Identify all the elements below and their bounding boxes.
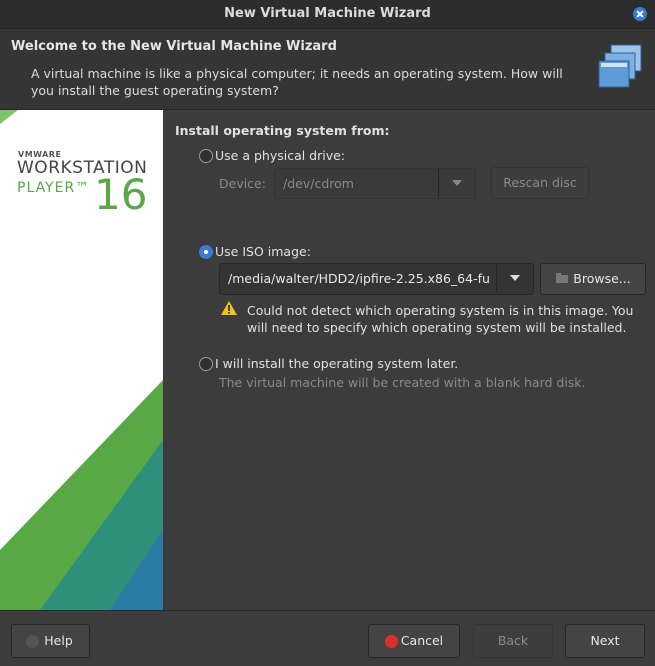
next-button[interactable]: Next xyxy=(565,624,645,658)
physical-drive-radio[interactable] xyxy=(199,149,213,163)
window-title: New Virtual Machine Wizard xyxy=(224,6,431,21)
browse-label: Browse... xyxy=(573,271,631,286)
device-dropdown[interactable]: /dev/cdrom xyxy=(274,168,476,199)
footer-bar: Help Cancel Back Next xyxy=(0,610,655,666)
iso-image-radio[interactable] xyxy=(199,245,213,259)
help-icon xyxy=(26,635,39,648)
install-options: Install operating system from: Use a phy… xyxy=(163,110,655,610)
install-later-label[interactable]: I will install the operating system late… xyxy=(215,356,458,371)
install-later-radio[interactable] xyxy=(199,357,213,371)
brand-panel: VMWARE WORKSTATION PLAYER™ 16 xyxy=(0,110,163,610)
rescan-disc-button[interactable]: Rescan disc xyxy=(491,167,589,199)
install-later-note: The virtual machine will be created with… xyxy=(219,375,586,390)
browse-button[interactable]: Browse... xyxy=(540,263,646,295)
device-label: Device: xyxy=(219,176,266,191)
section-heading: Install operating system from: xyxy=(175,123,390,138)
iso-warning-text: Could not detect which operating system … xyxy=(247,303,634,335)
page-title: Welcome to the New Virtual Machine Wizar… xyxy=(11,39,337,54)
help-label: Help xyxy=(44,633,73,648)
close-icon[interactable] xyxy=(633,7,647,21)
cancel-icon xyxy=(385,635,398,648)
help-button[interactable]: Help xyxy=(11,624,90,658)
iso-image-label[interactable]: Use ISO image: xyxy=(215,244,311,259)
chevron-down-icon xyxy=(438,169,475,197)
cancel-label: Cancel xyxy=(400,633,444,648)
wizard-header: Welcome to the New Virtual Machine Wizar… xyxy=(0,29,655,110)
iso-path-value[interactable]: /media/walter/HDD2/ipfire-2.25.x86_64-fu xyxy=(228,271,490,286)
version-label: 16 xyxy=(94,170,148,219)
page-description: A virtual machine is like a physical com… xyxy=(31,66,563,98)
chevron-down-icon[interactable] xyxy=(496,264,533,292)
cancel-button[interactable]: Cancel xyxy=(368,624,460,658)
virtual-machine-icon xyxy=(598,44,642,88)
folder-icon xyxy=(556,273,569,283)
title-bar: New Virtual Machine Wizard xyxy=(0,0,655,29)
physical-drive-label[interactable]: Use a physical drive: xyxy=(215,148,345,163)
warning-icon xyxy=(221,301,237,315)
edition-label: PLAYER™ xyxy=(17,180,91,196)
iso-path-combo[interactable]: /media/walter/HDD2/ipfire-2.25.x86_64-fu xyxy=(219,263,534,295)
back-button[interactable]: Back xyxy=(473,624,553,658)
device-value: /dev/cdrom xyxy=(283,176,354,191)
